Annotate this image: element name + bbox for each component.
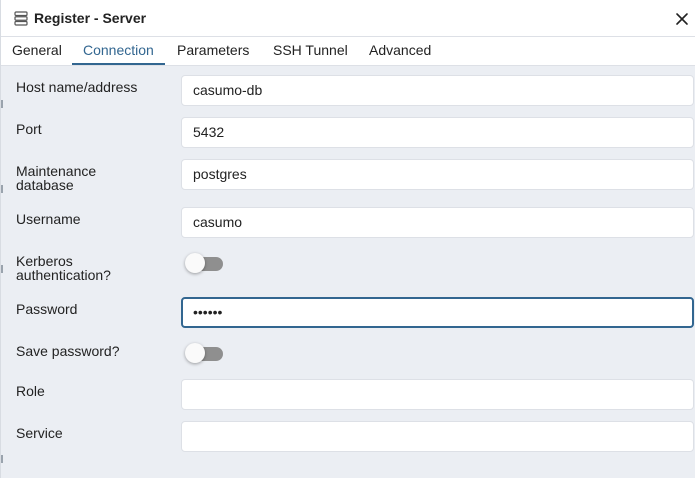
close-icon[interactable] <box>674 11 690 27</box>
edge-decoration <box>1 100 3 108</box>
tab-parameters[interactable]: Parameters <box>177 37 249 65</box>
password-label: Password <box>16 301 78 317</box>
username-input[interactable]: casumo <box>181 207 694 238</box>
port-input[interactable]: 5432 <box>181 117 694 148</box>
tab-bar: General Connection Parameters SSH Tunnel… <box>1 37 695 66</box>
kerberos-toggle[interactable] <box>185 253 223 273</box>
edge-decoration <box>1 265 3 273</box>
username-label: Username <box>16 211 81 227</box>
maintenance-db-label: Maintenance database <box>16 164 166 192</box>
maintenance-db-input[interactable]: postgres <box>181 159 694 190</box>
tab-advanced[interactable]: Advanced <box>369 37 431 65</box>
save-password-label: Save password? <box>16 343 120 359</box>
tab-connection[interactable]: Connection <box>72 37 165 65</box>
register-server-dialog: Register - Server General Connection Par… <box>0 0 695 478</box>
kerberos-label-line2: authentication? <box>16 267 111 283</box>
role-label: Role <box>16 383 45 399</box>
dialog-titlebar[interactable]: Register - Server <box>1 0 695 37</box>
save-password-toggle[interactable] <box>185 343 223 363</box>
port-label: Port <box>16 121 42 137</box>
kerberos-label: Kerberos authentication? <box>16 254 166 282</box>
maintenance-db-label-line1: Maintenance <box>16 163 97 179</box>
host-input[interactable]: casumo-db <box>181 75 694 106</box>
maintenance-db-label-line2: database <box>16 177 74 193</box>
kerberos-toggle-knob <box>185 253 205 273</box>
role-input[interactable] <box>181 379 694 410</box>
service-input[interactable] <box>181 421 694 452</box>
server-icon <box>14 11 28 26</box>
host-label: Host name/address <box>16 79 138 95</box>
tab-general[interactable]: General <box>12 37 62 65</box>
tab-ssh-tunnel[interactable]: SSH Tunnel <box>273 37 348 65</box>
save-password-toggle-knob <box>185 343 205 363</box>
password-input[interactable]: •••••• <box>181 297 694 328</box>
service-label: Service <box>16 425 63 441</box>
dialog-title: Register - Server <box>34 10 147 26</box>
edge-decoration <box>1 455 3 463</box>
edge-decoration <box>1 185 3 193</box>
kerberos-label-line1: Kerberos <box>16 253 73 269</box>
